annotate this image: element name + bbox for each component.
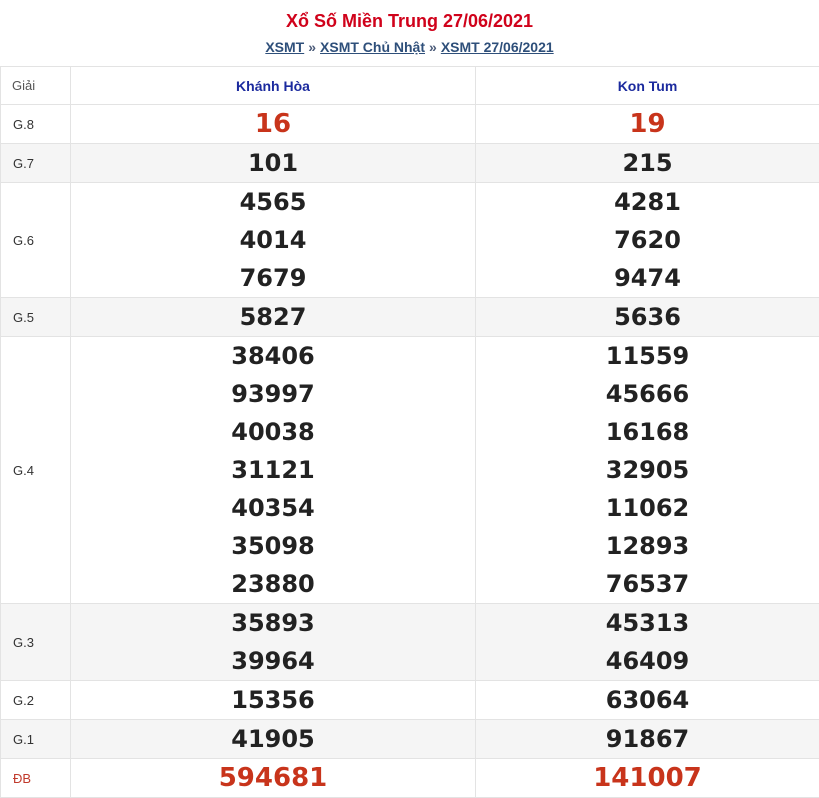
result-number: 9474	[614, 264, 681, 292]
result-cell-khanh-hoa: 38406 93997 40038 31121 40354 35098 23880	[70, 336, 476, 604]
prize-label: G.2	[0, 680, 71, 720]
result-number: 7620	[614, 226, 681, 254]
result-cell-khanh-hoa: 594681	[70, 758, 476, 798]
result-number: 11062	[605, 494, 690, 522]
result-number: 38406	[231, 342, 315, 370]
prize-label: G.8	[0, 104, 71, 144]
table-header-row: Giải Khánh Hòa Kon Tum	[0, 66, 819, 105]
prize-label: G.4	[0, 336, 71, 604]
result-number: 63064	[605, 686, 690, 714]
prize-row: G.4 38406 93997 40038 31121 40354 35098 23880 11…	[0, 336, 819, 604]
result-cell-kon-tum: 63064	[475, 680, 819, 720]
prize-row: ĐB 594681 141007	[0, 758, 819, 798]
result-cell-khanh-hoa: 35893 39964	[70, 603, 476, 681]
result-number: 11559	[605, 342, 690, 370]
result-number: 32905	[605, 456, 690, 484]
result-number: 16168	[605, 418, 690, 446]
result-number: 4565	[239, 188, 307, 216]
prize-row: G.7 101 215	[0, 143, 819, 183]
prize-row: G.1 41905 91867	[0, 719, 819, 759]
result-cell-kon-tum: 215	[475, 143, 819, 183]
result-number: 594681	[218, 763, 328, 793]
result-number: 5636	[614, 303, 681, 331]
result-cell-khanh-hoa: 4565 4014 7679	[70, 182, 476, 298]
result-number: 101	[247, 149, 299, 177]
result-cell-kon-tum: 5636	[475, 297, 819, 337]
prize-row: G.2 15356 63064	[0, 680, 819, 720]
breadcrumb: XSMT» XSMT Chủ Nhật» XSMT 27/06/2021	[0, 38, 819, 56]
page-title: Xổ Số Miền Trung 27/06/2021	[285, 11, 534, 31]
result-cell-khanh-hoa: 101	[70, 143, 476, 183]
prize-row: G.5 5827 5636	[0, 297, 819, 337]
result-number: 40038	[231, 418, 315, 446]
result-cell-khanh-hoa: 16	[70, 104, 476, 144]
result-number: 4281	[614, 188, 681, 216]
result-cell-kon-tum: 45313 46409	[475, 603, 819, 681]
breadcrumb-link-xsmt-date[interactable]: XSMT 27/06/2021	[441, 39, 554, 55]
result-number: 46409	[605, 647, 690, 675]
breadcrumb-link-xsmt-chu-nhat[interactable]: XSMT Chủ Nhật	[320, 39, 425, 55]
breadcrumb-separator: »	[308, 39, 317, 55]
result-number: 45313	[605, 609, 690, 637]
result-cell-kon-tum: 141007	[475, 758, 819, 798]
result-cell-khanh-hoa: 5827	[70, 297, 476, 337]
result-number: 39964	[231, 647, 315, 675]
prize-column-header: Giải	[0, 66, 71, 105]
prize-label: ĐB	[0, 758, 71, 798]
result-cell-kon-tum: 91867	[475, 719, 819, 759]
result-number: 215	[622, 149, 673, 177]
result-number: 93997	[231, 380, 315, 408]
breadcrumb-separator: »	[429, 39, 437, 55]
result-number: 76537	[605, 570, 690, 598]
result-number: 41905	[231, 725, 315, 753]
breadcrumb-link-xsmt[interactable]: XSMT	[265, 39, 304, 55]
result-number: 31121	[231, 456, 315, 484]
prize-row: G.3 35893 39964 45313 46409	[0, 603, 819, 681]
prize-row: G.8 16 19	[0, 104, 819, 144]
result-number: 141007	[593, 763, 702, 793]
result-number: 12893	[605, 532, 690, 560]
prize-label: G.6	[0, 182, 71, 298]
result-cell-kon-tum: 11559 45666 16168 32905 11062 12893 76537	[475, 336, 819, 604]
results-table: Giải Khánh Hòa Kon Tum G.8 16 19 G.7 101 215 G…	[0, 66, 819, 798]
result-number: 45666	[605, 380, 690, 408]
result-number: 35098	[231, 532, 315, 560]
province-header-kon-tum: Kon Tum	[475, 66, 819, 105]
result-cell-khanh-hoa: 41905	[70, 719, 476, 759]
prize-row: G.6 4565 4014 7679 4281 7620 9474	[0, 182, 819, 298]
province-header-khanh-hoa: Khánh Hòa	[70, 66, 476, 105]
result-number: 19	[629, 109, 666, 139]
result-number: 7679	[239, 264, 307, 292]
page-header: Xổ Số Miền Trung 27/06/2021 XSMT» XSMT Ch…	[0, 0, 819, 66]
result-number: 16	[254, 109, 292, 139]
prize-label: G.3	[0, 603, 71, 681]
result-number: 15356	[231, 686, 315, 714]
result-number: 23880	[231, 570, 315, 598]
prize-label: G.7	[0, 143, 71, 183]
prize-label: G.1	[0, 719, 71, 759]
prize-label: G.5	[0, 297, 71, 337]
result-number: 35893	[231, 609, 315, 637]
result-number: 4014	[239, 226, 307, 254]
result-number: 5827	[239, 303, 307, 331]
result-cell-khanh-hoa: 15356	[70, 680, 476, 720]
result-cell-kon-tum: 4281 7620 9474	[475, 182, 819, 298]
result-number: 40354	[231, 494, 315, 522]
result-number: 91867	[605, 725, 690, 753]
result-cell-kon-tum: 19	[475, 104, 819, 144]
